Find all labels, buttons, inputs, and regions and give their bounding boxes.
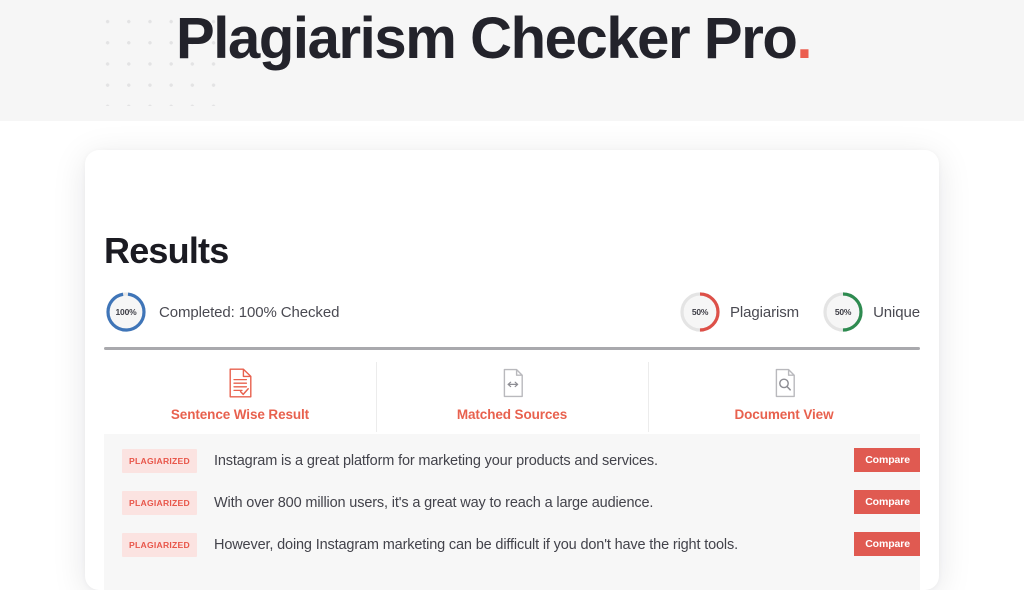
page-header: Plagiarism Checker Pro. (0, 0, 1024, 121)
table-row: PLAGIARIZED However, doing Instagram mar… (104, 524, 920, 566)
tab-matched-sources[interactable]: Matched Sources (376, 360, 648, 434)
app-title: Plagiarism Checker Pro. (176, 6, 812, 72)
document-search-icon (775, 368, 795, 398)
completion-status: 100% Completed: 100% Checked (104, 290, 339, 334)
section-divider (104, 347, 920, 350)
status-badge: PLAGIARIZED (122, 533, 197, 557)
unique-meter-label: 50% (834, 307, 852, 317)
compare-ribbon: Compare (854, 490, 920, 514)
sentence-text: Instagram is a great platform for market… (214, 453, 658, 469)
completion-meter: 100% (104, 290, 148, 334)
unique-meter-caption: Unique (873, 303, 920, 321)
score-meters: 50% Plagiarism 50% Unique (678, 290, 920, 334)
completion-meter-label: 100% (115, 307, 137, 317)
compare-button[interactable]: Compare (854, 532, 920, 556)
sentence-text: With over 800 million users, it's a grea… (214, 495, 654, 511)
table-row: PLAGIARIZED With over 800 million users,… (104, 482, 920, 524)
unique-meter: 50% (821, 290, 865, 334)
plagiarism-meter-label: 50% (691, 307, 709, 317)
status-badge: PLAGIARIZED (122, 491, 197, 515)
document-compare-icon (503, 368, 523, 398)
app-title-accent-dot: . (796, 6, 812, 71)
tab-matched-sources-label: Matched Sources (456, 407, 568, 422)
document-check-icon (229, 368, 251, 398)
tab-sentence-wise-result-label: Sentence Wise Result (170, 407, 310, 422)
page-title: Results (104, 230, 229, 271)
status-row: 100% Completed: 100% Checked 50% Plagiar… (104, 290, 920, 334)
tab-document-view[interactable]: Document View (648, 360, 920, 434)
compare-button[interactable]: Compare (854, 448, 920, 472)
sentence-text: However, doing Instagram marketing can b… (214, 537, 738, 553)
completion-status-text: Completed: 100% Checked (159, 303, 340, 321)
results-tabs: Sentence Wise Result Matched Sources Doc… (104, 360, 920, 434)
status-badge: PLAGIARIZED (122, 449, 197, 473)
table-row: PLAGIARIZED Instagram is a great platfor… (104, 440, 920, 482)
plagiarism-meter-caption: Plagiarism (730, 303, 800, 321)
tab-document-view-label: Document View (734, 407, 834, 422)
tab-sentence-wise-result[interactable]: Sentence Wise Result (104, 360, 376, 434)
compare-ribbon: Compare (854, 448, 920, 472)
plagiarism-meter: 50% (678, 290, 722, 334)
compare-ribbon: Compare (854, 532, 920, 556)
results-card: Results 100% Completed: 100% Checked 50% (85, 150, 939, 590)
compare-button[interactable]: Compare (854, 490, 920, 514)
app-title-text: Plagiarism Checker Pro (176, 6, 798, 71)
